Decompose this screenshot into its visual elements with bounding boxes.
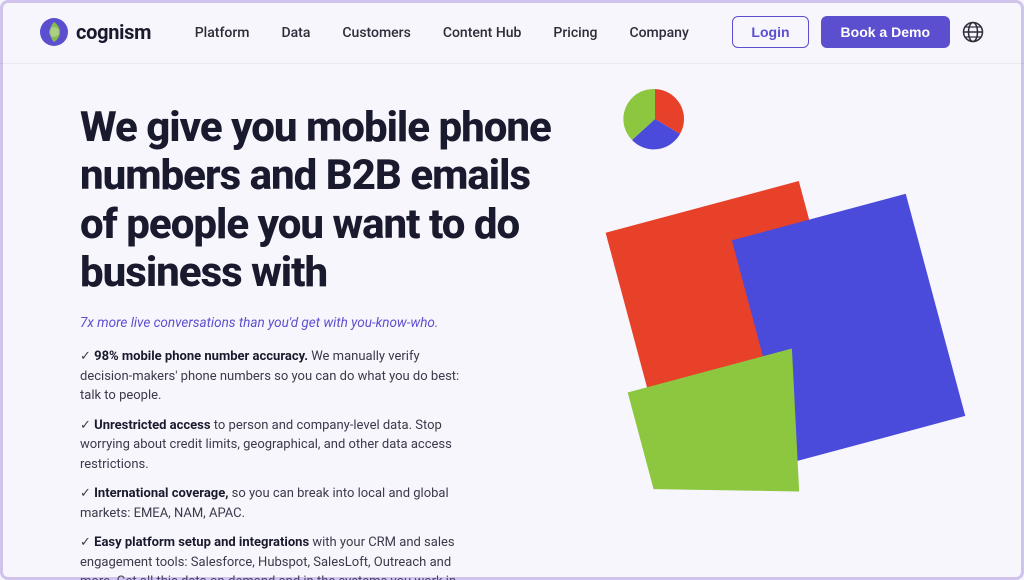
book-demo-nav-button[interactable]: Book a Demo xyxy=(821,16,950,48)
main-content: We give you mobile phone numbers and B2B… xyxy=(0,64,1024,580)
logo-icon xyxy=(40,18,68,46)
feature-item-4: ✓ Easy platform setup and integrations w… xyxy=(80,533,460,580)
feature-item-3: ✓ International coverage, so you can bre… xyxy=(80,484,460,523)
large-geo-shape xyxy=(560,154,980,534)
small-pie-chart xyxy=(620,84,690,154)
feature-item-1: ✓ 98% mobile phone number accuracy. We m… xyxy=(80,347,460,406)
hero-heading: We give you mobile phone numbers and B2B… xyxy=(80,104,560,297)
nav-item-content-hub[interactable]: Content Hub xyxy=(443,22,522,41)
login-button[interactable]: Login xyxy=(732,16,808,48)
tagline: 7x more live conversations than you'd ge… xyxy=(80,315,560,331)
feature-item-2: ✓ Unrestricted access to person and comp… xyxy=(80,416,460,475)
features-list: ✓ 98% mobile phone number accuracy. We m… xyxy=(80,347,560,580)
nav-item-data[interactable]: Data xyxy=(282,22,311,41)
nav-item-customers[interactable]: Customers xyxy=(342,22,410,41)
nav-links: Platform Data Customers Content Hub Pric… xyxy=(195,22,689,41)
logo-text: cognism xyxy=(76,20,151,44)
right-column xyxy=(560,94,944,560)
nav-item-pricing[interactable]: Pricing xyxy=(553,22,597,41)
navbar: cognism Platform Data Customers Content … xyxy=(0,0,1024,64)
nav-item-platform[interactable]: Platform xyxy=(195,22,250,41)
left-column: We give you mobile phone numbers and B2B… xyxy=(80,94,560,580)
globe-icon[interactable] xyxy=(962,21,984,43)
page-wrapper: cognism Platform Data Customers Content … xyxy=(0,0,1024,580)
nav-item-company[interactable]: Company xyxy=(629,22,688,41)
logo: cognism xyxy=(40,18,151,46)
nav-actions: Login Book a Demo xyxy=(732,16,984,48)
